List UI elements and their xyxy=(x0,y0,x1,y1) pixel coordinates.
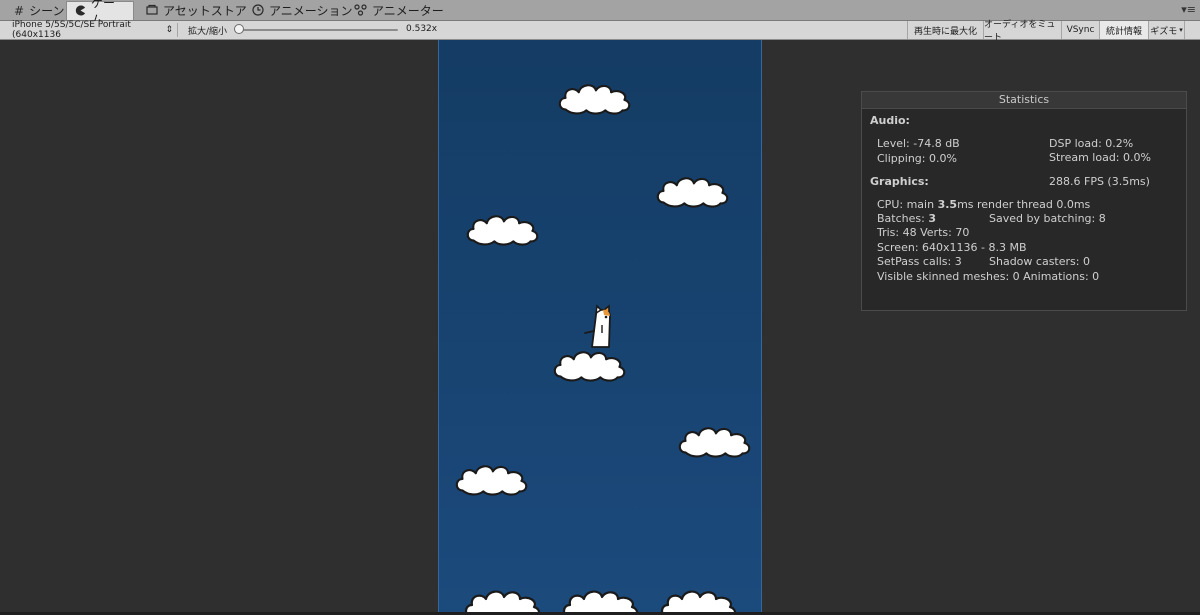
toolbar-end-cap xyxy=(1184,21,1200,39)
graphics-header: Graphics: xyxy=(870,175,929,188)
stats-button[interactable]: 統計情報 xyxy=(1099,21,1148,39)
tab-game[interactable]: ゲーム xyxy=(66,0,134,27)
tab-animator-label: アニメーター xyxy=(372,4,444,18)
cloud-platform xyxy=(676,423,752,459)
cpu-suffix: ms render thread 0.0ms xyxy=(957,198,1091,211)
cloud-platform xyxy=(556,80,632,116)
tab-scene[interactable]: # シーン xyxy=(6,1,72,20)
dropdown-arrow-icon: ▾ xyxy=(1179,26,1183,34)
cloud-platform xyxy=(453,461,529,497)
batches-prefix: Batches: xyxy=(877,212,929,225)
scale-slider-track[interactable] xyxy=(240,29,398,31)
dropdown-arrow-icon: ⇕ xyxy=(165,25,173,35)
game-viewport[interactable]: Statistics Audio: Level: -74.8 dB Clippi… xyxy=(0,40,1200,615)
cloud-platform xyxy=(652,587,744,615)
setpass-calls: SetPass calls: 3 xyxy=(877,255,962,268)
saved-by-batching: Saved by batching: 8 xyxy=(989,212,1106,225)
resolution-label: iPhone 5/5S/5C/SE Portrait (640x1136 xyxy=(12,20,131,40)
resolution-dropdown[interactable]: iPhone 5/5S/5C/SE Portrait (640x1136 ⇕ xyxy=(6,20,178,40)
tab-asset-store[interactable]: アセットストア xyxy=(138,1,255,20)
stats-label: 統計情報 xyxy=(1105,26,1142,37)
tab-asset-store-label: アセットストア xyxy=(163,4,247,18)
dsp-load: DSP load: 0.2% xyxy=(1049,137,1134,150)
cloud-platform xyxy=(654,173,730,209)
vsync-label: VSync xyxy=(1066,25,1095,35)
scale-slider-handle[interactable] xyxy=(234,24,244,34)
cloud-platform xyxy=(554,587,646,615)
animator-icon xyxy=(354,3,367,18)
audio-header: Audio: xyxy=(870,114,910,127)
cloud-platform xyxy=(551,347,627,383)
gizmos-label: ギズモ xyxy=(1150,26,1178,37)
audio-level: Level: -74.8 dB xyxy=(877,137,960,150)
tab-scene-label: シーン xyxy=(29,4,65,18)
maximize-on-play-button[interactable]: 再生時に最大化 xyxy=(907,21,983,39)
game-screen[interactable] xyxy=(438,40,762,615)
cpu-stats: CPU: main 3.5ms render thread 0.0ms xyxy=(877,198,1090,211)
statistics-panel: Statistics Audio: Level: -74.8 dB Clippi… xyxy=(861,91,1187,311)
tab-animation[interactable]: アニメーション xyxy=(244,1,361,20)
cloud-platform xyxy=(456,587,548,615)
statistics-title: Statistics xyxy=(862,92,1186,109)
mute-audio-button[interactable]: オーディオをミュート xyxy=(983,20,1061,43)
batches-value: 3 xyxy=(928,212,936,225)
scale-value: 0.532x xyxy=(406,24,438,34)
cloud-platform xyxy=(464,211,540,247)
cpu-prefix: CPU: main xyxy=(877,198,938,211)
batches: Batches: 3 xyxy=(877,212,936,225)
tab-animator[interactable]: アニメーター xyxy=(346,1,452,20)
grid-icon: # xyxy=(14,3,25,18)
gizmos-button[interactable]: ギズモ ▾ xyxy=(1148,21,1184,39)
tab-animation-label: アニメーション xyxy=(269,4,353,18)
maximize-on-play-label: 再生時に最大化 xyxy=(913,26,977,37)
cat-player-sprite xyxy=(584,304,611,348)
audio-clipping: Clipping: 0.0% xyxy=(877,152,957,165)
tris-verts: Tris: 48 Verts: 70 xyxy=(877,226,970,239)
fps-readout: 288.6 FPS (3.5ms) xyxy=(1049,175,1150,188)
vsync-button[interactable]: VSync xyxy=(1061,21,1099,39)
pacman-icon xyxy=(75,4,86,18)
stream-load: Stream load: 0.0% xyxy=(1049,151,1151,164)
shadow-casters: Shadow casters: 0 xyxy=(989,255,1090,268)
store-icon xyxy=(146,4,158,17)
cpu-main-value: 3.5 xyxy=(937,198,958,211)
screen-stats: Screen: 640x1136 - 8.3 MB xyxy=(877,241,1027,254)
skinned-meshes-animations: Visible skinned meshes: 0 Animations: 0 xyxy=(877,270,1100,283)
game-view-toolbar: iPhone 5/5S/5C/SE Portrait (640x1136 ⇕ 拡… xyxy=(0,20,1200,43)
clock-icon xyxy=(252,3,264,18)
scale-label: 拡大/縮小 xyxy=(188,27,228,37)
tab-menu-icon[interactable]: ▾≡ xyxy=(1181,3,1196,16)
